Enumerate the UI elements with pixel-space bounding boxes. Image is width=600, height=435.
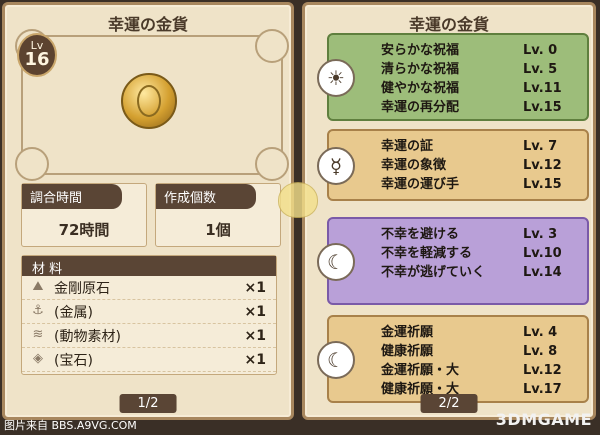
mercury-icon: ☿ <box>317 147 355 185</box>
corner-slot <box>15 147 49 181</box>
level-badge: Lv 16 <box>17 33 57 77</box>
effect-group-moon: ☾ 不幸を避ける Lv. 3 不幸を軽減する Lv.10 不幸が逃げていく Lv.14 <box>317 217 589 305</box>
craft-count-label: 作成個数 <box>156 184 256 209</box>
page-indicator[interactable]: 2/2 <box>420 394 478 413</box>
skill-row: 安らかな祝福 Lv. 0 <box>381 43 558 58</box>
skill-row: 幸運の証 Lv. 7 <box>381 139 558 154</box>
animal-material-icon: ≋ <box>32 326 44 342</box>
skill-row: 不幸を軽減する Lv.10 <box>381 246 562 261</box>
skill-row: 健やかな祝福 Lv.11 <box>381 81 562 96</box>
effect-group-mercury: ☿ 幸運の証 Lv. 7 幸運の象徴 Lv.12 幸運の運び手 Lv.15 <box>317 129 589 201</box>
craft-time-value: 72時間 <box>58 221 110 239</box>
item-title: 幸運の金貨 <box>107 15 188 34</box>
skill-row: 健康祈願 Lv. 8 <box>381 344 558 359</box>
watermark-logo: 3DMGAME <box>495 410 592 429</box>
skill-row: 不幸が逃げていく Lv.14 <box>381 265 562 280</box>
material-qty: ×1 <box>244 327 266 344</box>
materials-box: 材 料 ⛰ 金剛原石 ×1 ⚓ (金属) ×1 ≋ (動物素材) ×1 ◈ (宝… <box>21 255 277 375</box>
moon-icon: ☾ <box>317 243 355 281</box>
gold-coin-icon <box>121 73 177 129</box>
material-row[interactable]: ⛰ 金剛原石 ×1 <box>22 276 276 300</box>
material-name: 金剛原石 <box>54 280 110 297</box>
skill-row: 健康祈願・大 Lv.17 <box>381 382 562 397</box>
page-indicator[interactable]: 1/2 <box>119 394 177 413</box>
effects-card: 幸運の金貨 ☀ 安らかな祝福 Lv. 0 清らかな祝福 Lv. 5 健やかな祝福 Lv… <box>302 2 596 420</box>
skill-row: 幸運の再分配 Lv.15 <box>381 100 562 115</box>
ore-icon: ⛰ <box>32 278 44 294</box>
craft-count-value: 1個 <box>205 221 231 239</box>
material-name: (宝石) <box>54 352 93 369</box>
skill-row: 金運祈願・大 Lv.12 <box>381 363 562 378</box>
skill-row: 不幸を避ける Lv. 3 <box>381 227 558 242</box>
skill-row: 金運祈願 Lv. 4 <box>381 325 558 340</box>
material-row[interactable]: ⚓ (金属) ×1 <box>22 300 276 324</box>
recipe-card: 幸運の金貨 Lv 16 調合時間 72時間 作成個数 1個 材 料 ⛰ 金剛原石… <box>2 2 294 420</box>
watermark-source: 图片来自 BBS.A9VG.COM <box>4 419 137 432</box>
level-value: 16 <box>24 49 50 70</box>
corner-slot <box>255 147 289 181</box>
material-qty: ×1 <box>244 351 266 368</box>
item-title: 幸運の金貨 <box>408 15 489 34</box>
craft-time-label: 調合時間 <box>22 184 122 209</box>
effect-group-sun: ☀ 安らかな祝福 Lv. 0 清らかな祝福 Lv. 5 健やかな祝福 Lv.11 幸運… <box>317 33 589 121</box>
material-qty: ×1 <box>244 279 266 296</box>
moon-icon: ☾ <box>317 341 355 379</box>
effect-group-moon-2: ☾ 金運祈願 Lv. 4 健康祈願 Lv. 8 金運祈願・大 Lv.12 健康祈願・大… <box>317 315 589 403</box>
metal-icon: ⚓ <box>32 302 44 318</box>
material-name: (金属) <box>54 304 93 321</box>
material-row[interactable]: ◈ (宝石) ×1 <box>22 348 276 372</box>
skill-row: 清らかな祝福 Lv. 5 <box>381 62 558 77</box>
material-qty: ×1 <box>244 303 266 320</box>
skill-row: 幸運の運び手 Lv.15 <box>381 177 562 192</box>
material-name: (動物素材) <box>54 328 121 345</box>
skill-row: 幸運の象徴 Lv.12 <box>381 158 562 173</box>
sun-icon: ☀ <box>317 59 355 97</box>
materials-label: 材 料 <box>22 256 276 277</box>
craft-count-box: 作成個数 1個 <box>155 183 281 247</box>
mascot-icon <box>278 182 318 218</box>
corner-slot <box>255 29 289 63</box>
material-row[interactable]: ≋ (動物素材) ×1 <box>22 324 276 348</box>
craft-time-box: 調合時間 72時間 <box>21 183 147 247</box>
gem-icon: ◈ <box>33 350 43 366</box>
